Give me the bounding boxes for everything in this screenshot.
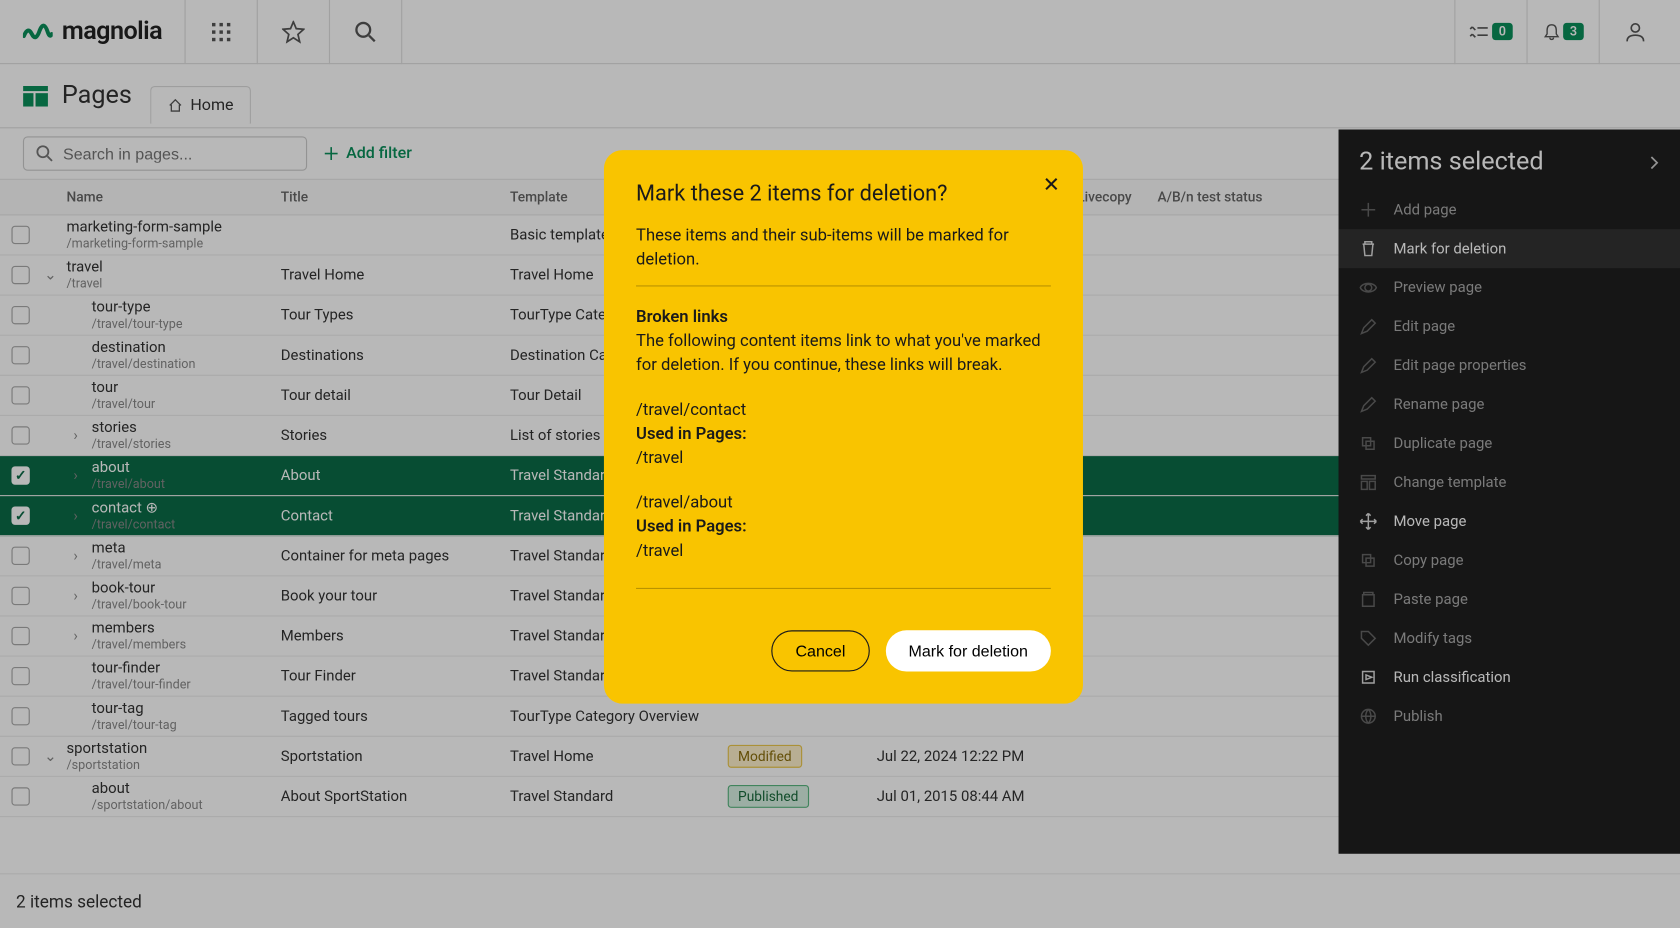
close-icon[interactable]: ✕ bbox=[1043, 171, 1060, 201]
ref2-used: /travel bbox=[636, 538, 1051, 562]
cancel-button[interactable]: Cancel bbox=[771, 630, 869, 671]
delete-confirm-modal: ✕ Mark these 2 items for deletion? These… bbox=[604, 150, 1083, 703]
ref1-path: /travel/contact bbox=[636, 397, 1051, 421]
used-in-label-2: Used in Pages: bbox=[636, 514, 1051, 538]
broken-links-heading: Broken links bbox=[636, 304, 1051, 328]
broken-links-intro: The following content items link to what… bbox=[636, 328, 1051, 376]
ref1-used: /travel bbox=[636, 445, 1051, 469]
ref2-path: /travel/about bbox=[636, 490, 1051, 514]
used-in-label-1: Used in Pages: bbox=[636, 421, 1051, 445]
modal-intro: These items and their sub-items will be … bbox=[636, 223, 1051, 271]
confirm-button[interactable]: Mark for deletion bbox=[886, 630, 1051, 671]
modal-title: Mark these 2 items for deletion? bbox=[636, 178, 1051, 210]
